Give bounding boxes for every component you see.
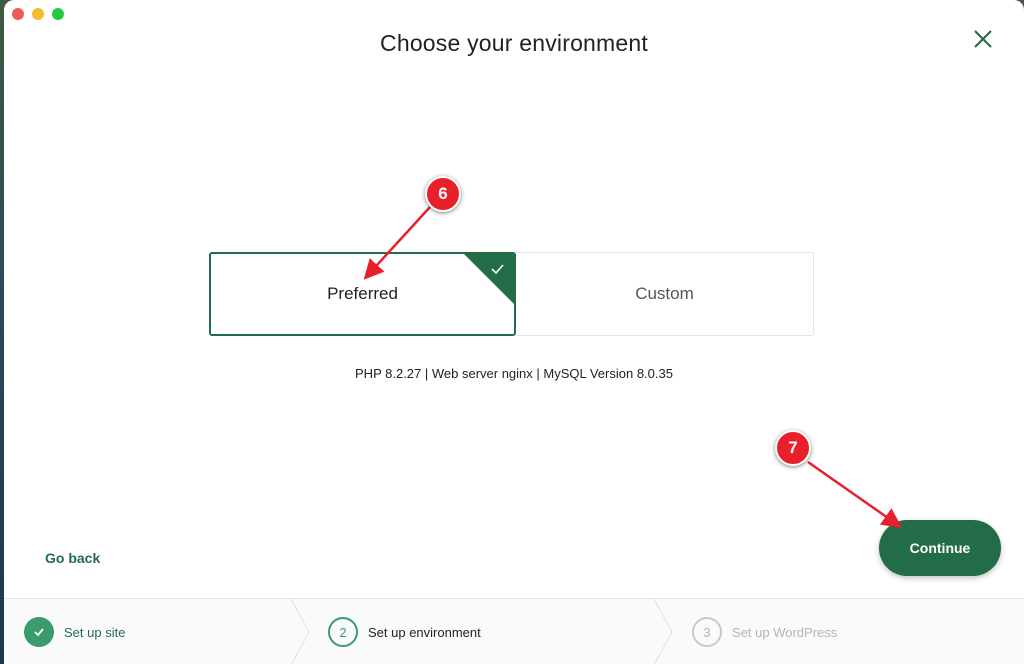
annotation-badge-7: 7 (775, 430, 811, 466)
custom-option-label: Custom (635, 284, 694, 303)
close-button[interactable] (970, 26, 996, 52)
step-2-label: Set up environment (368, 624, 481, 640)
check-icon (34, 628, 44, 637)
page-title: Choose your environment (380, 30, 648, 56)
close-icon (974, 30, 992, 48)
environment-info: PHP 8.2.27 | Web server nginx | MySQL Ve… (355, 366, 673, 381)
preferred-option[interactable]: Preferred (209, 252, 516, 336)
go-back-link[interactable]: Go back (45, 550, 100, 566)
step-1-indicator (24, 617, 54, 647)
window-controls (12, 8, 64, 20)
environment-options: Preferred Custom (209, 252, 814, 336)
step-progress-bar: Set up site 2 Set up environment 3 Set u… (4, 598, 1024, 664)
step-1-label: Set up site (64, 624, 126, 640)
step-2-indicator: 2 (328, 617, 358, 647)
minimize-window-button[interactable] (32, 8, 44, 20)
app-window: Choose your environment Preferred Custom… (4, 0, 1024, 664)
annotation-badge-6: 6 (425, 176, 461, 212)
step-separator-chevron-icon (653, 599, 673, 664)
step-3-label: Set up WordPress (732, 624, 838, 640)
step-3-indicator: 3 (692, 617, 722, 647)
zoom-window-button[interactable] (52, 8, 64, 20)
selected-check-icon (464, 254, 514, 304)
step-set-up-environment: 2 Set up environment (328, 599, 481, 664)
step-separator-chevron-icon (290, 599, 310, 664)
custom-option[interactable]: Custom (516, 252, 814, 336)
continue-button[interactable]: Continue (879, 520, 1001, 576)
step-set-up-site: Set up site (24, 599, 125, 664)
preferred-option-label: Preferred (327, 284, 398, 303)
close-window-button[interactable] (12, 8, 24, 20)
step-set-up-wordpress: 3 Set up WordPress (692, 599, 837, 664)
